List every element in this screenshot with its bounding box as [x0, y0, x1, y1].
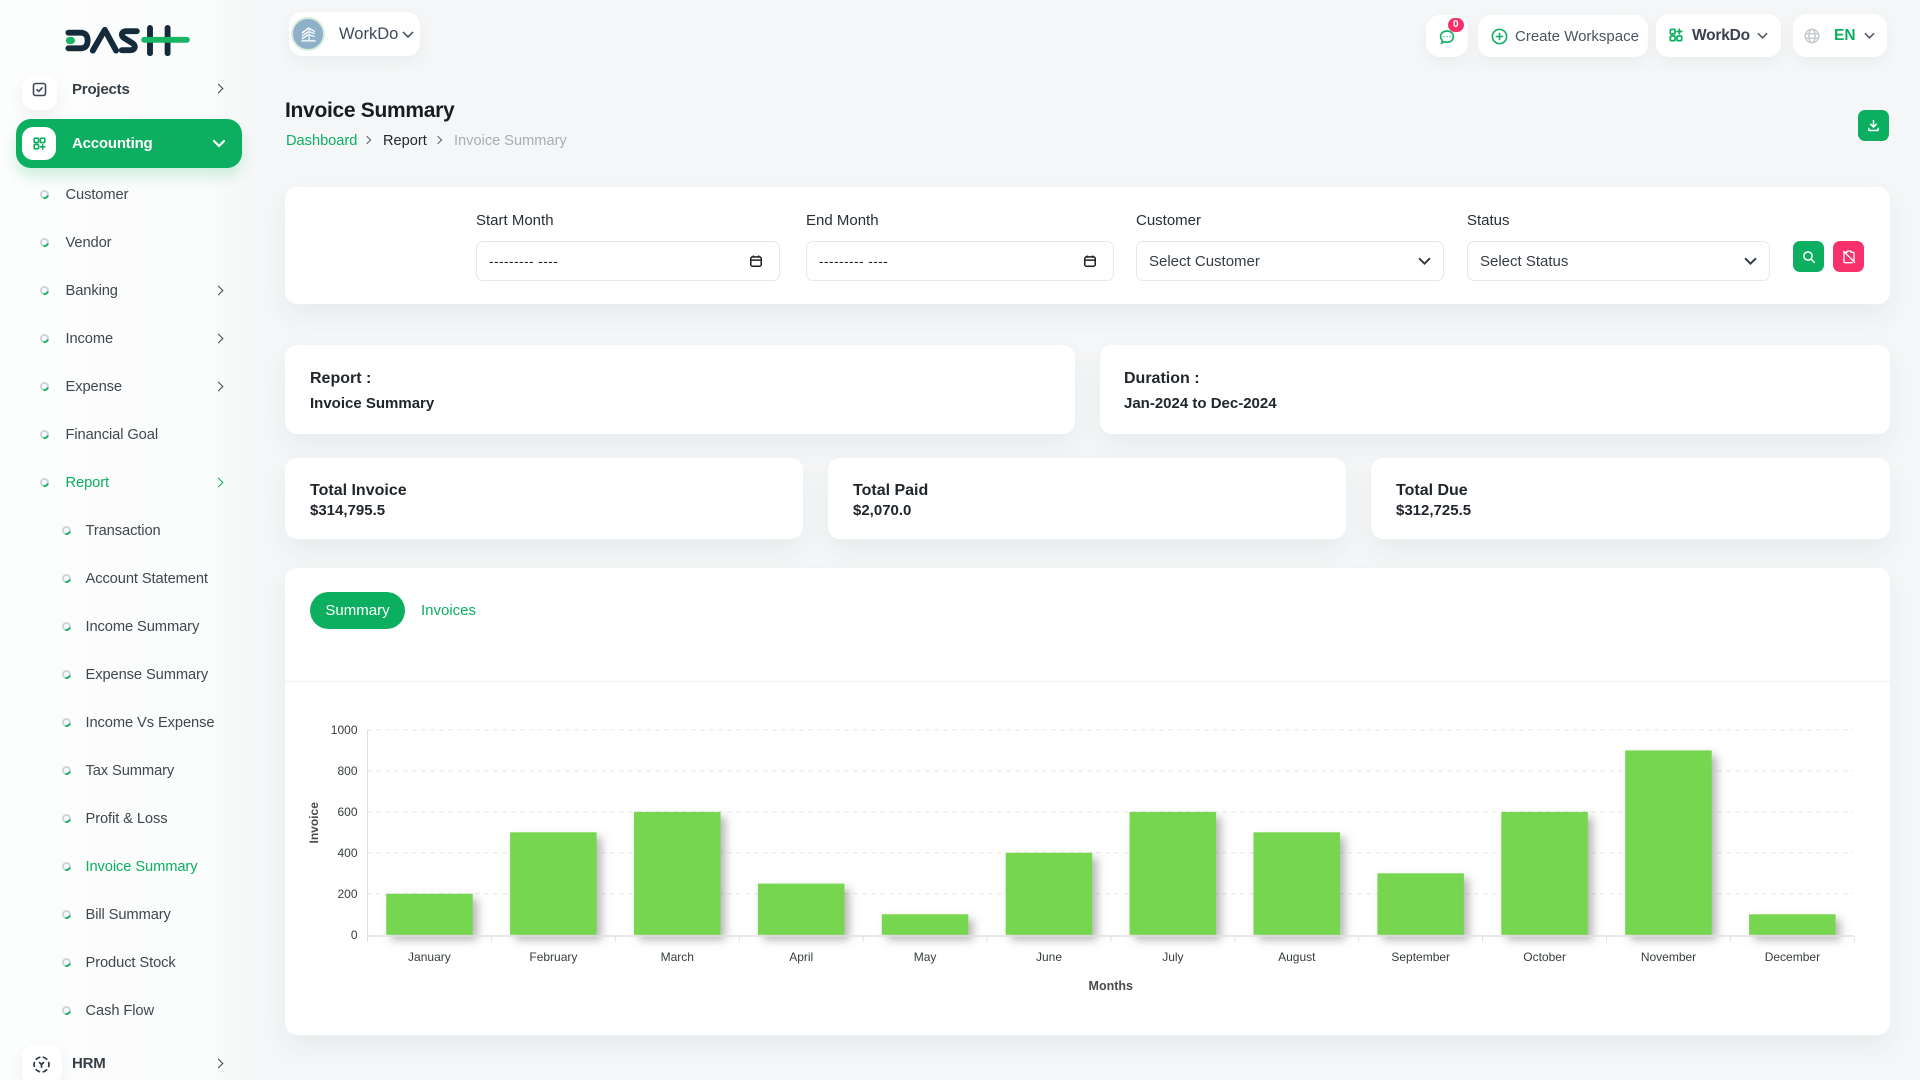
svg-text:800: 800 — [337, 764, 357, 778]
svg-text:February: February — [529, 950, 577, 964]
svg-text:November: November — [1641, 950, 1696, 964]
svg-text:January: January — [408, 950, 451, 964]
svg-text:September: September — [1391, 950, 1450, 964]
svg-text:October: October — [1523, 950, 1566, 964]
svg-text:June: June — [1036, 950, 1062, 964]
svg-text:Months: Months — [1089, 979, 1133, 993]
svg-text:May: May — [914, 950, 937, 964]
svg-text:200: 200 — [337, 887, 357, 901]
svg-text:Invoice: Invoice — [307, 802, 321, 844]
svg-text:August: August — [1278, 950, 1316, 964]
svg-text:600: 600 — [337, 805, 357, 819]
svg-text:1000: 1000 — [331, 723, 358, 737]
svg-text:April: April — [789, 950, 813, 964]
svg-text:July: July — [1162, 950, 1183, 964]
svg-text:March: March — [661, 950, 694, 964]
svg-text:0: 0 — [351, 928, 358, 942]
svg-text:December: December — [1765, 950, 1820, 964]
svg-text:400: 400 — [337, 846, 357, 860]
